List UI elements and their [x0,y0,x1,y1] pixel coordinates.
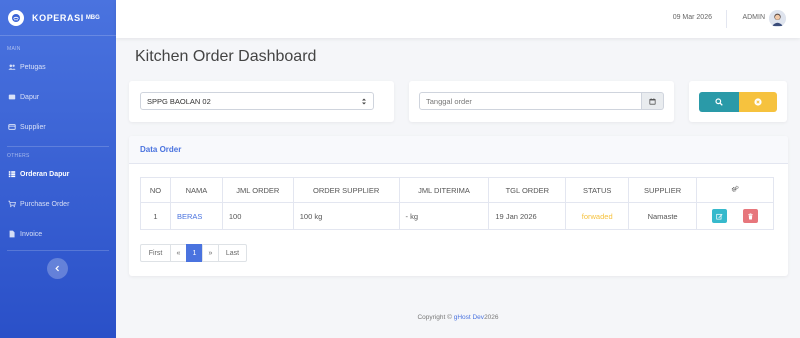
topbar-date: 09 Mar 2026 [672,14,712,21]
status-badge: forwaded [565,202,630,230]
supplier-icon [7,123,16,132]
edit-icon [716,213,723,219]
user-name[interactable]: ADMIN [742,14,765,21]
kitchen-select-value: SPPG BAOLAN 02 [147,96,211,106]
cell-supplier: Namaste [628,202,698,230]
kitchen-select[interactable]: SPPG BAOLAN 02 [140,92,374,110]
table-row: 1 BERAS 100 100 kg - kg 19 Jan 2026 forw… [140,202,774,230]
edit-button[interactable] [711,209,727,223]
cell-no: 1 [140,202,171,230]
sidebar-divider [7,250,109,251]
brand[interactable]: KOPERASI MBG [0,0,116,36]
date-filter-card: Tanggal order [409,81,674,122]
sidebar-item-label: Supplier [20,123,46,131]
topbar-divider [726,10,727,28]
sidebar-item-invoice[interactable]: Invoice [0,219,116,249]
calendar-button[interactable] [642,92,664,110]
gears-icon [731,185,739,192]
calendar-icon [649,97,656,105]
footer: Copyright © gHost Dev2026 [116,314,800,321]
cell-tgl-order: 19 Jan 2026 [488,202,567,230]
column-header-jml-order: JML ORDER [221,177,294,203]
chevron-left-icon [55,265,59,272]
orders-table: NO NAMA JML ORDER ORDER SUPPLIER JML DIT… [140,177,774,230]
brand-logo-icon [8,9,24,26]
sidebar-item-label: Orderan Dapur [20,170,70,178]
kitchen-icon [7,93,16,102]
search-icon [715,98,723,106]
column-header-order-supplier: ORDER SUPPLIER [292,177,400,203]
footer-copyright: Copyright © [417,314,452,321]
sidebar-item-supplier[interactable]: Supplier [0,112,116,142]
column-header-jml-diterima: JML DITERIMA [398,177,490,203]
kitchen-filter-card: SPPG BAOLAN 02 [129,81,394,122]
sidebar-item-petugas[interactable]: Petugas [0,52,116,82]
column-header-tgl-order: TGL ORDER [488,177,567,203]
data-order-card: Data Order NO NAMA JML ORDER ORDER SUPPL… [129,136,788,276]
cell-actions [696,202,774,230]
sidebar: KOPERASI MBG MAIN Petugas Dapur Supplier… [0,0,116,338]
column-header-actions [696,177,774,203]
cell-nama[interactable]: BERAS [169,202,223,230]
column-header-nama: NAMA [169,177,223,203]
cell-order-supplier: 100 kg [292,202,400,230]
page-first-button[interactable]: First [140,244,171,262]
sidebar-item-dapur[interactable]: Dapur [0,82,116,112]
delete-button[interactable] [743,209,759,223]
sidebar-item-label: Petugas [20,63,46,71]
column-header-no: NO [140,177,171,203]
sidebar-item-label: Purchase Order [20,200,70,208]
action-card [689,81,787,122]
date-input-placeholder: Tanggal order [426,96,472,106]
date-input[interactable]: Tanggal order [419,92,642,110]
footer-brand-link[interactable]: gHost Dev [454,314,484,321]
users-icon [7,63,16,72]
sidebar-toggle-button[interactable] [47,258,68,279]
page-last-button[interactable]: Last [218,244,247,262]
avatar[interactable] [769,10,786,27]
topbar: 09 Mar 2026 ADMIN [116,0,800,38]
page-title: Kitchen Order Dashboard [135,48,317,65]
list-icon [7,170,16,179]
footer-year: 2026 [484,314,499,321]
clear-button[interactable] [739,92,777,112]
table-header-row: NO NAMA JML ORDER ORDER SUPPLIER JML DIT… [140,177,774,203]
cell-jml-diterima: - kg [398,202,490,230]
column-header-status: STATUS [565,177,630,203]
page-current-button[interactable]: 1 [186,244,203,262]
brand-name: KOPERASI [32,12,84,23]
sidebar-item-label: Invoice [20,230,43,238]
card-title: Data Order [129,136,788,164]
sidebar-item-purchase-order[interactable]: Purchase Order [0,189,116,219]
cell-jml-order: 100 [221,202,294,230]
file-icon [7,230,16,239]
sidebar-item-orderan-dapur[interactable]: Orderan Dapur [0,159,116,189]
column-header-supplier: SUPPLIER [628,177,698,203]
page-prev-button[interactable]: « [170,244,187,262]
page-next-button[interactable]: » [202,244,219,262]
pagination: First « 1 » Last [140,244,247,262]
sidebar-item-label: Dapur [20,93,40,101]
search-button[interactable] [699,92,739,112]
cart-icon [7,200,16,209]
trash-icon [748,212,753,219]
brand-sup: MBG [85,14,100,21]
close-circle-icon [754,98,762,106]
select-caret-icon [362,98,366,105]
